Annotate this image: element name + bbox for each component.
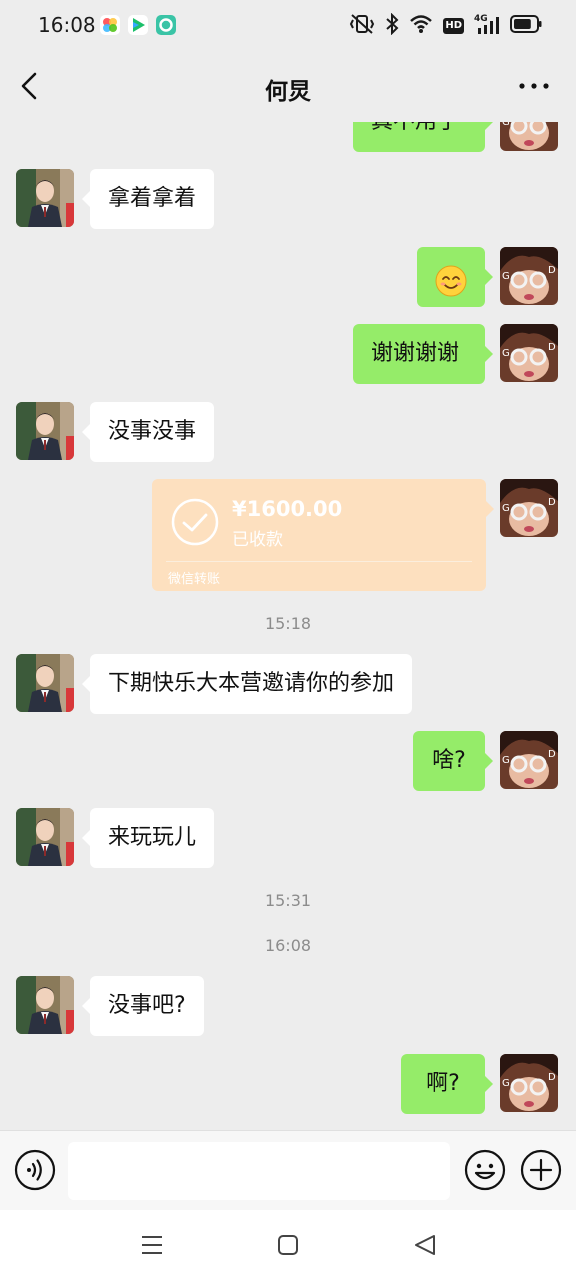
vibrate-mute-icon xyxy=(349,13,375,39)
svg-text:D: D xyxy=(548,1072,556,1083)
message-text: 没事吧? xyxy=(108,993,186,1018)
divider xyxy=(166,561,472,562)
svg-text:D: D xyxy=(548,497,556,508)
voice-icon[interactable] xyxy=(14,1149,56,1191)
message-input[interactable] xyxy=(68,1142,450,1200)
status-bar: 16:08 HD 4G xyxy=(0,0,576,50)
avatar-contact[interactable] xyxy=(16,402,74,460)
svg-text:G: G xyxy=(502,1078,510,1089)
system-nav-bar xyxy=(0,1210,576,1280)
message-text: 拿着拿着 xyxy=(108,186,197,211)
chat-header: 何炅 xyxy=(0,50,576,122)
avatar-contact[interactable] xyxy=(16,654,74,712)
transfer-card[interactable]: ¥1600.00 已收款 微信转账 xyxy=(152,479,494,591)
bluetooth-icon xyxy=(385,12,399,39)
timestamp: 16:08 xyxy=(264,936,312,955)
more-dots-icon[interactable] xyxy=(516,76,552,96)
message-text: 来玩玩儿 xyxy=(108,825,197,850)
home-icon[interactable] xyxy=(275,1232,301,1258)
back-triangle-icon[interactable] xyxy=(412,1232,438,1258)
smile-emoji-icon xyxy=(435,261,467,321)
svg-text:D: D xyxy=(548,265,556,276)
message-text: 没事没事 xyxy=(108,419,197,444)
message-bubble-sent[interactable]: 真不用了 xyxy=(353,122,493,152)
svg-text:G: G xyxy=(502,271,510,282)
transfer-footer: 微信转账 xyxy=(168,572,221,587)
svg-text:D: D xyxy=(548,342,556,353)
transfer-amount: ¥1600.00 xyxy=(232,497,343,521)
message-bubble-received[interactable]: 来玩玩儿 xyxy=(81,808,215,868)
avatar-contact[interactable] xyxy=(16,808,74,866)
status-time: 16:08 xyxy=(38,13,96,37)
message-bubble-sent[interactable]: 谢谢谢谢 xyxy=(353,324,493,384)
svg-text:G: G xyxy=(502,755,510,766)
camera-app-icon xyxy=(156,15,176,35)
avatar-self[interactable]: G D xyxy=(500,324,558,382)
input-bar xyxy=(0,1130,576,1210)
emoji-icon[interactable] xyxy=(464,1149,506,1191)
battery-icon xyxy=(510,15,542,37)
svg-text:G: G xyxy=(502,348,510,359)
message-bubble-sent[interactable]: 啊? xyxy=(401,1054,493,1114)
avatar-self[interactable]: G D xyxy=(500,1054,558,1112)
message-bubble-sent[interactable]: 啥? xyxy=(413,731,493,791)
plus-circle-icon[interactable] xyxy=(520,1149,562,1191)
hd-icon: HD xyxy=(443,18,464,34)
avatar-self[interactable]: G D xyxy=(500,479,558,537)
message-bubble-received[interactable]: 没事没事 xyxy=(81,402,215,462)
svg-text:G: G xyxy=(502,503,510,514)
menu-icon[interactable] xyxy=(139,1232,165,1258)
message-text: 啥? xyxy=(432,748,466,773)
message-text: 谢谢谢谢 xyxy=(371,341,460,366)
message-bubble-received[interactable]: 拿着拿着 xyxy=(81,169,215,229)
avatar-self[interactable]: G D xyxy=(500,247,558,305)
message-text: 啊? xyxy=(426,1071,460,1096)
avatar-self[interactable]: G D xyxy=(500,122,558,151)
svg-text:G: G xyxy=(502,122,510,128)
avatar-self[interactable]: G D xyxy=(500,731,558,789)
message-bubble-received[interactable]: 没事吧? xyxy=(82,976,204,1036)
avatar-contact[interactable] xyxy=(16,169,74,227)
wifi-icon xyxy=(409,14,433,38)
transfer-status: 已收款 xyxy=(232,530,283,550)
chat-area[interactable]: 真不用了 G D 拿着拿着 xyxy=(0,122,576,1130)
timestamp: 15:31 xyxy=(264,891,312,910)
check-circle-icon xyxy=(170,497,220,547)
message-text: 真不用了 xyxy=(371,122,459,134)
message-bubble-received[interactable]: 下期快乐大本营邀请你的参加 xyxy=(81,654,413,714)
message-text: 下期快乐大本营邀请你的参加 xyxy=(108,671,395,696)
chat-title: 何炅 xyxy=(265,79,311,105)
svg-text:D: D xyxy=(548,749,556,760)
video-app-icon xyxy=(128,15,148,35)
4g-signal-icon: 4G xyxy=(474,14,500,36)
message-bubble-sent[interactable] xyxy=(417,247,493,307)
avatar-contact[interactable] xyxy=(16,976,74,1034)
timestamp: 15:18 xyxy=(264,614,312,633)
photos-app-icon xyxy=(100,15,120,35)
